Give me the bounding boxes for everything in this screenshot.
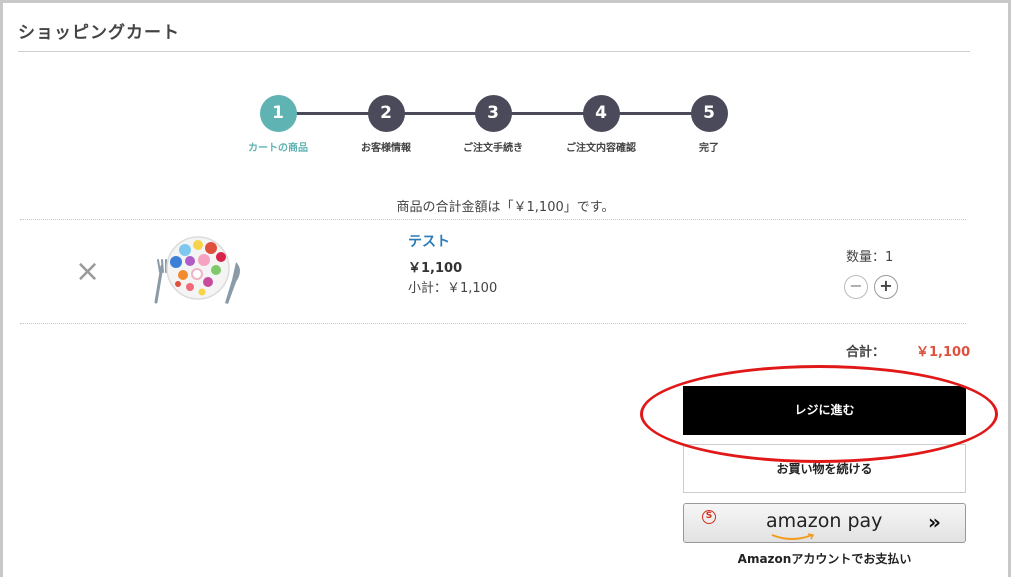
quantity-label: 数量：1 <box>846 250 894 265</box>
amazon-pay-badge-icon: S <box>702 510 716 524</box>
step-customer-info: 2 お客様情報 <box>336 95 436 154</box>
step-label: カートの商品 <box>248 143 308 154</box>
product-price: ￥1,100 <box>408 261 463 276</box>
product-name-link[interactable]: テスト <box>408 231 450 251</box>
checkout-button[interactable]: レジに進む <box>683 386 966 435</box>
step-number: 4 <box>582 95 620 132</box>
step-label: ご注文内容確認 <box>566 143 636 154</box>
amazon-pay-logo: amazon pay <box>766 510 883 532</box>
step-label: お客様情報 <box>361 143 411 154</box>
amazon-smile-icon <box>771 533 815 540</box>
step-number: 1 <box>259 95 297 132</box>
step-number: 5 <box>690 95 728 132</box>
step-order-confirm: 4 ご注文内容確認 <box>551 95 651 154</box>
step-complete: 5 完了 <box>659 95 759 154</box>
title-divider <box>18 51 970 52</box>
remove-item-icon[interactable]: × <box>75 257 100 287</box>
decrease-quantity-button[interactable]: − <box>844 275 868 299</box>
step-number: 2 <box>367 95 405 132</box>
amazon-pay-caption: Amazonアカウントでお支払い <box>737 552 912 566</box>
double-chevron-right-icon: » <box>928 510 941 534</box>
fork-icon <box>154 259 167 304</box>
divider <box>20 323 966 324</box>
amazon-pay-button[interactable]: S amazon pay » <box>683 503 966 543</box>
step-label: 完了 <box>699 143 719 154</box>
product-subtotal: 小計：￥1,100 <box>408 281 498 296</box>
product-thumbnail <box>154 236 240 304</box>
sum-value: ￥1,100 <box>916 345 971 360</box>
increase-quantity-button[interactable]: + <box>874 275 898 299</box>
step-cart: 1 カートの商品 <box>228 95 328 154</box>
continue-shopping-button[interactable]: お買い物を続ける <box>683 444 966 493</box>
page-title: ショッピングカート <box>18 23 180 43</box>
step-order-procedure: 3 ご注文手続き <box>443 95 543 154</box>
cart-total-message: 商品の合計金額は「￥1,100」です。 <box>396 200 615 215</box>
divider <box>20 219 966 220</box>
step-number: 3 <box>474 95 512 132</box>
step-label: ご注文手続き <box>463 143 523 154</box>
sum-label: 合計： <box>846 345 886 360</box>
